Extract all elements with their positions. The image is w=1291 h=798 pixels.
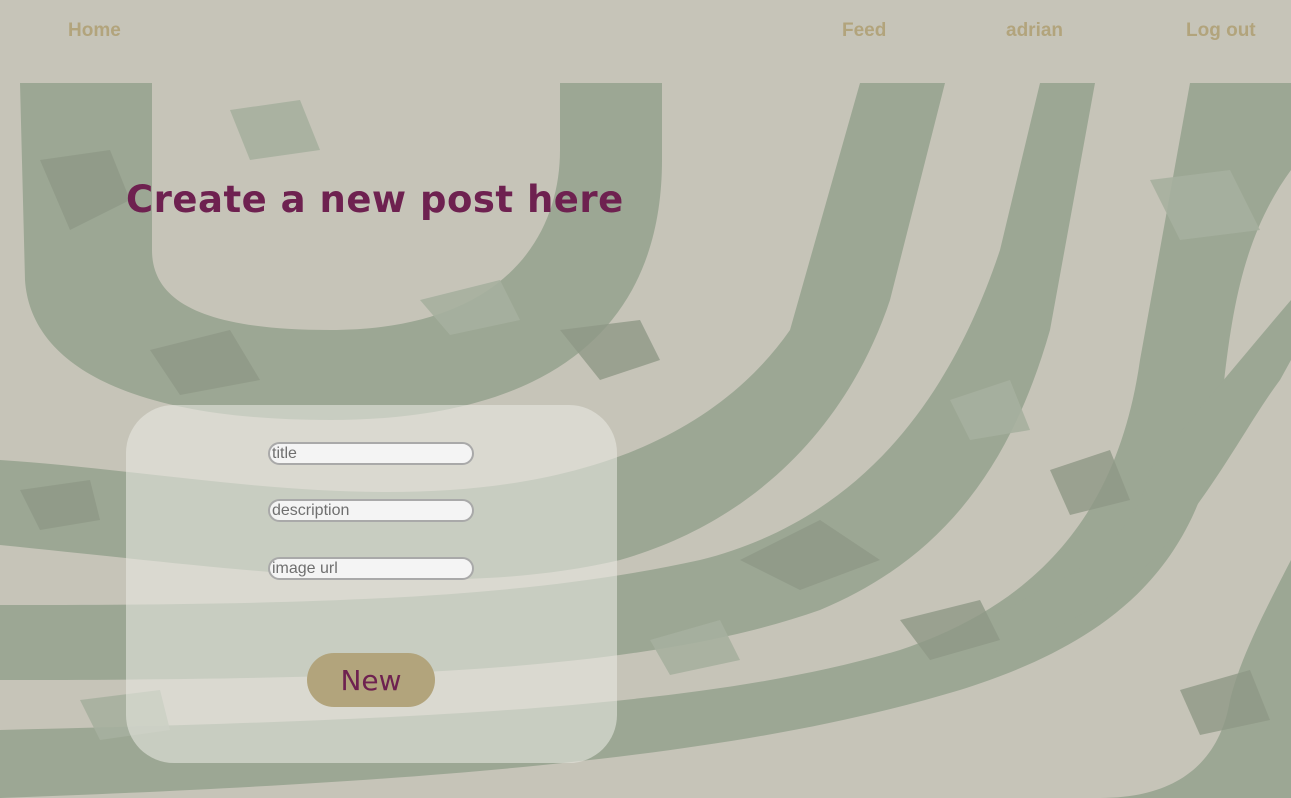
title-input[interactable] [268, 442, 474, 465]
description-input[interactable] [268, 499, 474, 522]
main-content: Create a new post here New [0, 0, 1291, 798]
top-navbar: Home Feed adrian Log out [0, 0, 1291, 83]
nav-home-link[interactable]: Home [68, 20, 121, 42]
image-url-input[interactable] [268, 557, 474, 580]
nav-logout-link[interactable]: Log out [1186, 20, 1256, 42]
nav-user-link[interactable]: adrian [1006, 20, 1063, 42]
page: Home Feed adrian Log out Create a new po… [0, 0, 1291, 798]
nav-feed-link[interactable]: Feed [842, 20, 886, 42]
page-title: Create a new post here [126, 178, 624, 221]
new-post-form: New [126, 405, 617, 763]
new-post-button[interactable]: New [307, 653, 435, 707]
